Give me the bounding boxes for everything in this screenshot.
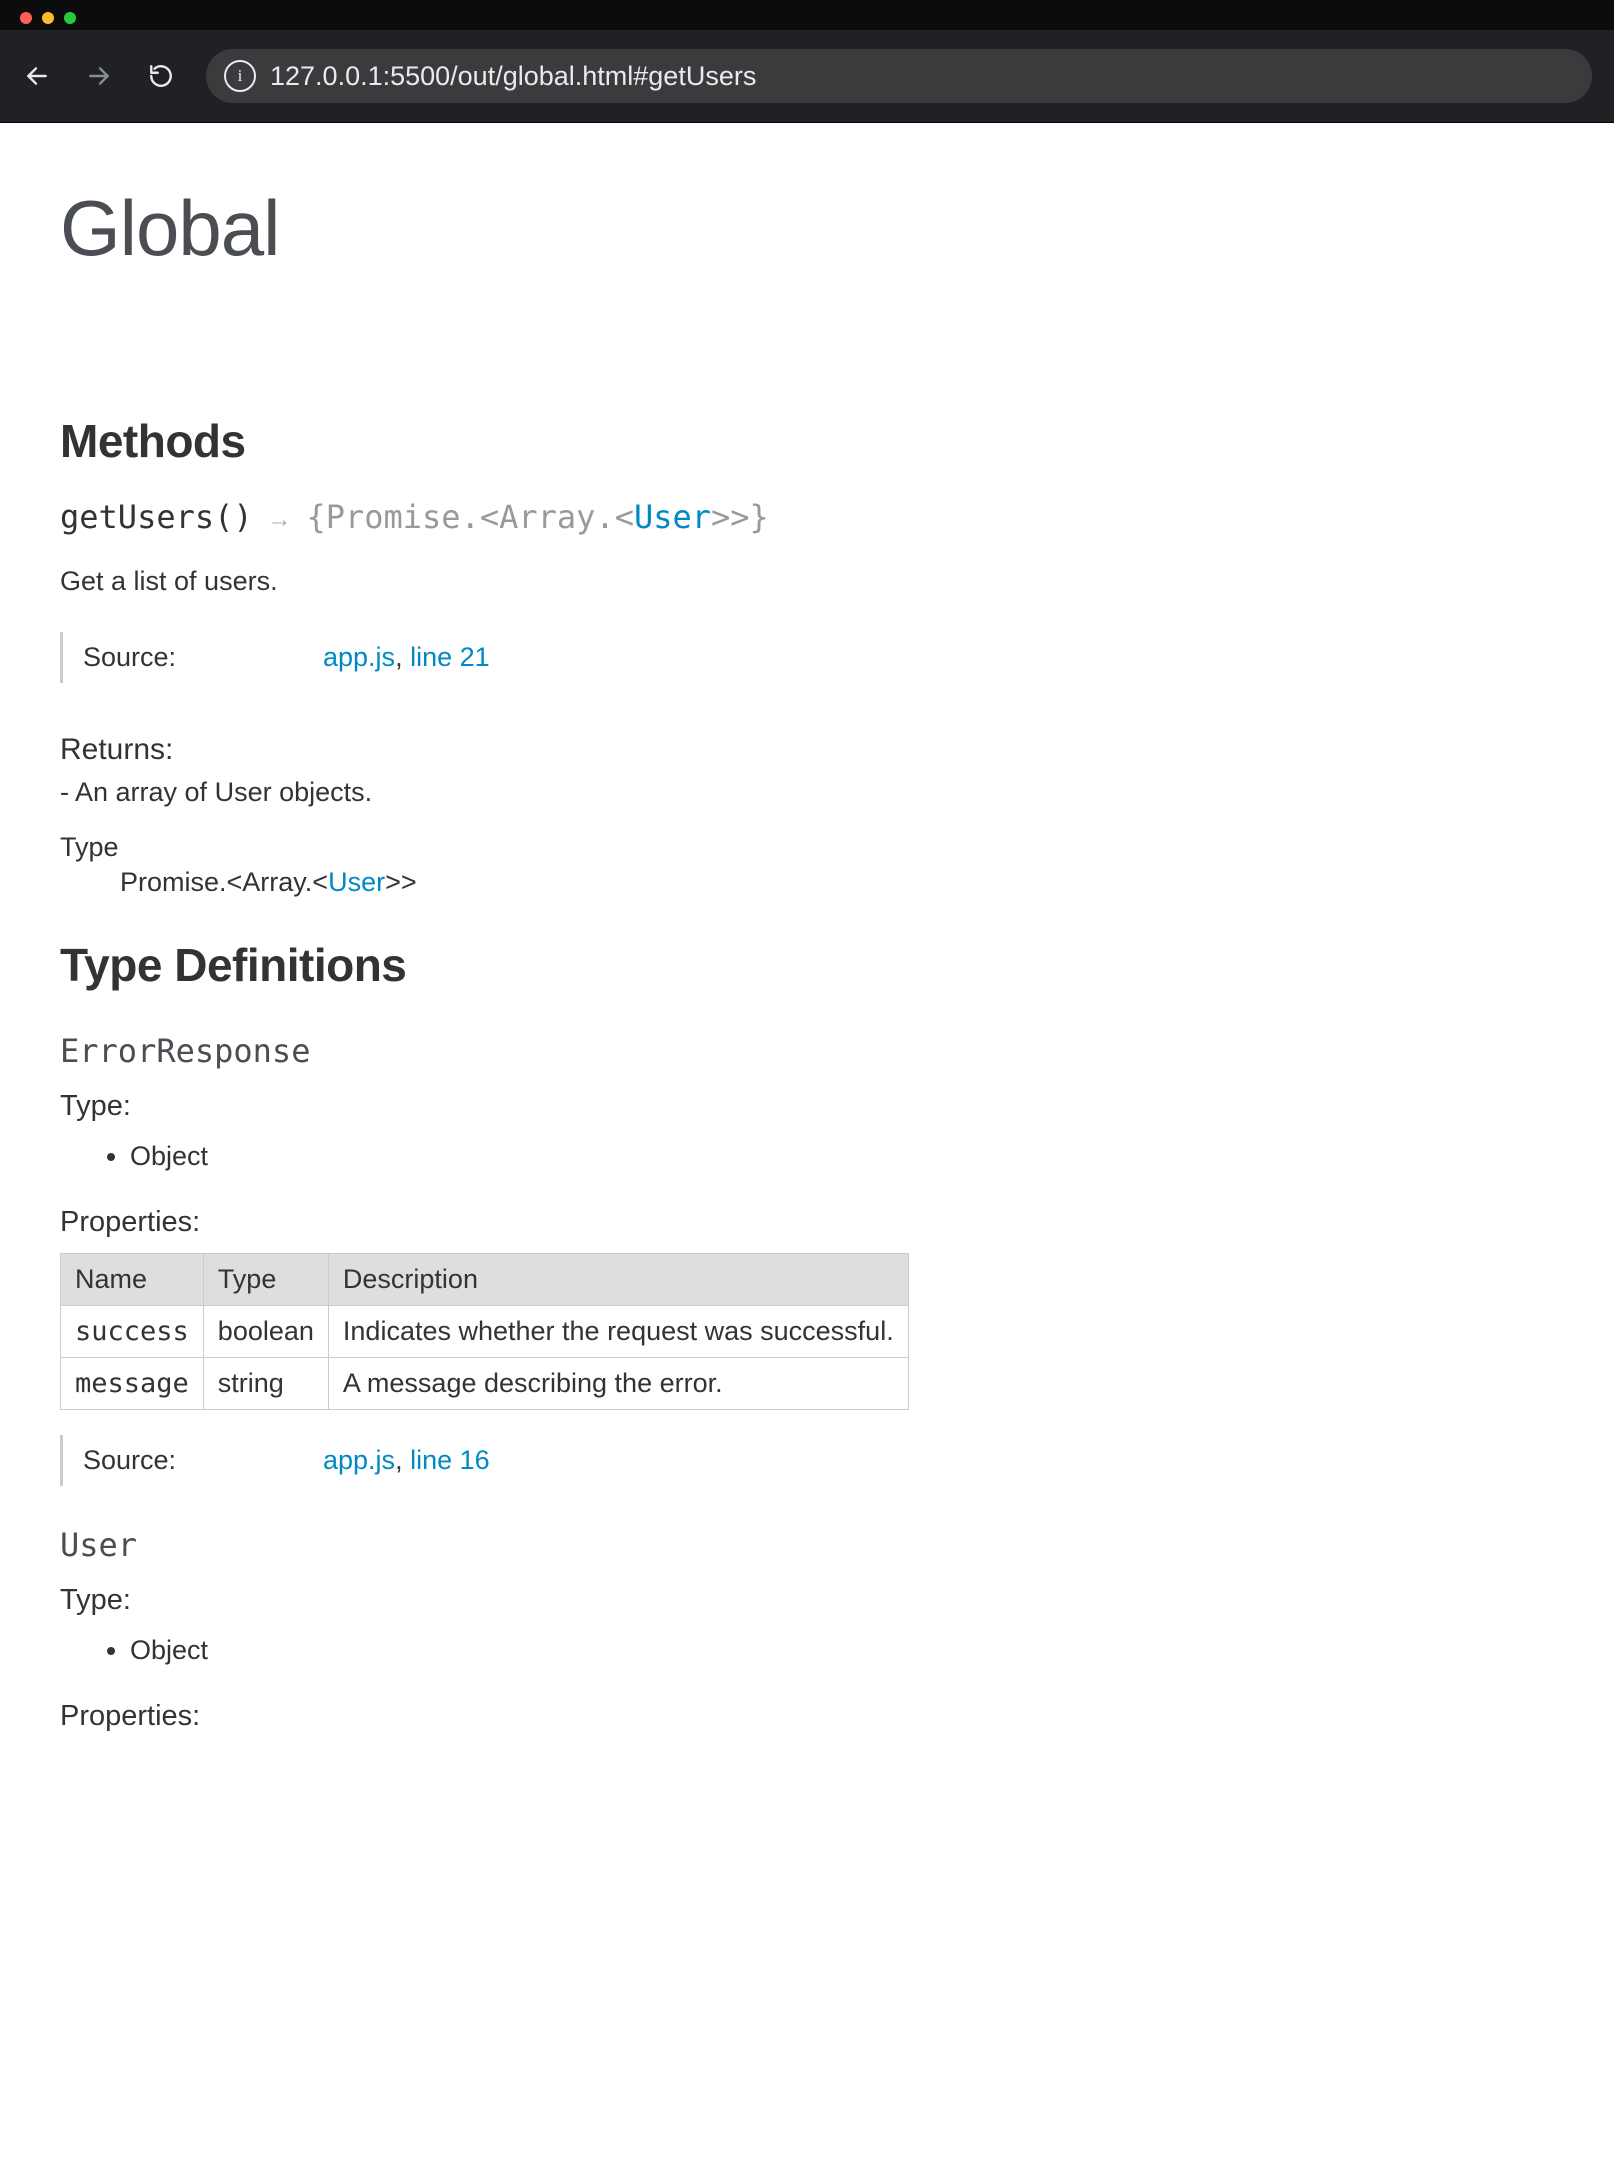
- nav-reload-icon[interactable]: [144, 59, 178, 93]
- source-line-link[interactable]: line 16: [410, 1445, 490, 1475]
- arrow-icon: →: [268, 506, 292, 533]
- source-value: app.js, line 16: [323, 1445, 490, 1476]
- type-link-user[interactable]: User: [634, 498, 711, 536]
- address-bar-text: 127.0.0.1:5500/out/global.html#getUsers: [270, 61, 756, 92]
- typedef-type-heading: Type:: [60, 1090, 1554, 1123]
- typedef-name-errorresponse: ErrorResponse: [60, 1032, 1554, 1070]
- typedef-type-list: Object: [60, 1137, 1554, 1176]
- window-close-icon[interactable]: [20, 12, 32, 24]
- typedef-source: Source: app.js, line 16: [60, 1435, 1554, 1486]
- method-return-type: {Promise.<Array.<User>>}: [306, 498, 768, 536]
- table-row: success boolean Indicates whether the re…: [61, 1306, 909, 1358]
- prop-desc: A message describing the error.: [328, 1358, 908, 1410]
- method-description: Get a list of users.: [60, 566, 1554, 597]
- page-content: Global Methods getUsers() → {Promise.<Ar…: [0, 123, 1614, 1827]
- method-signature: getUsers() → {Promise.<Array.<User>>}: [60, 498, 1554, 536]
- method-source: Source: app.js, line 21: [60, 632, 1554, 683]
- typedefs-heading: Type Definitions: [60, 938, 1554, 992]
- source-label: Source:: [83, 1445, 183, 1476]
- table-header-row: Name Type Description: [61, 1254, 909, 1306]
- window-maximize-icon[interactable]: [64, 12, 76, 24]
- methods-heading: Methods: [60, 414, 1554, 468]
- browser-tab-strip: [0, 0, 1614, 30]
- col-desc: Description: [328, 1254, 908, 1306]
- source-file-link[interactable]: app.js: [323, 642, 395, 672]
- source-label: Source:: [83, 642, 183, 673]
- table-row: message string A message describing the …: [61, 1358, 909, 1410]
- returns-type-label: Type: [60, 832, 1554, 863]
- browser-chrome: i 127.0.0.1:5500/out/global.html#getUser…: [0, 0, 1614, 123]
- source-value: app.js, line 21: [323, 642, 490, 673]
- returns-description: - An array of User objects.: [60, 777, 1554, 808]
- properties-table: Name Type Description success boolean In…: [60, 1253, 909, 1410]
- browser-nav-bar: i 127.0.0.1:5500/out/global.html#getUser…: [0, 30, 1614, 123]
- window-minimize-icon[interactable]: [42, 12, 54, 24]
- nav-back-icon[interactable]: [20, 59, 54, 93]
- prop-type: boolean: [203, 1306, 328, 1358]
- typedef-name-user: User: [60, 1526, 1554, 1564]
- source-file-link[interactable]: app.js: [323, 1445, 395, 1475]
- prop-type: string: [203, 1358, 328, 1410]
- typedef-type-item: Object: [130, 1631, 1554, 1670]
- address-bar[interactable]: i 127.0.0.1:5500/out/global.html#getUser…: [206, 49, 1592, 103]
- prop-name: message: [61, 1358, 204, 1410]
- typedef-props-heading: Properties:: [60, 1700, 1554, 1733]
- nav-forward-icon[interactable]: [82, 59, 116, 93]
- source-line-link[interactable]: line 21: [410, 642, 490, 672]
- method-name: getUsers(): [60, 498, 253, 536]
- prop-desc: Indicates whether the request was succes…: [328, 1306, 908, 1358]
- col-type: Type: [203, 1254, 328, 1306]
- type-link-user[interactable]: User: [328, 867, 385, 897]
- site-info-icon[interactable]: i: [224, 60, 256, 92]
- returns-heading: Returns:: [60, 733, 1554, 767]
- returns-type-value: Promise.<Array.<User>>: [60, 867, 1554, 898]
- prop-name: success: [61, 1306, 204, 1358]
- typedef-type-list: Object: [60, 1631, 1554, 1670]
- typedef-type-heading: Type:: [60, 1584, 1554, 1617]
- col-name: Name: [61, 1254, 204, 1306]
- typedef-props-heading: Properties:: [60, 1206, 1554, 1239]
- page-title: Global: [60, 183, 1554, 274]
- typedef-type-item: Object: [130, 1137, 1554, 1176]
